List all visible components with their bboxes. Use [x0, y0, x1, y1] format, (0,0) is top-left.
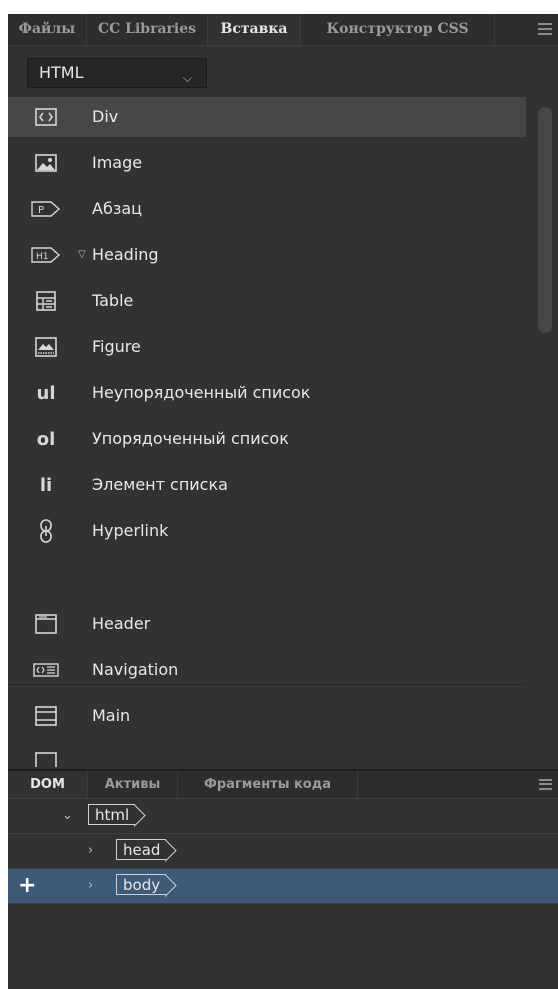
- tab-insert[interactable]: Вставка: [208, 14, 301, 45]
- heading-icon: H1: [28, 235, 64, 275]
- insert-item-list: Div Image P Абзац H1 ▽ Heading Table Fig…: [8, 97, 535, 767]
- ol-icon: ol: [36, 428, 56, 450]
- insert-item-label: Hyperlink: [92, 521, 169, 540]
- insert-item-image[interactable]: Image: [8, 143, 526, 183]
- collapse-chevron-icon[interactable]: ⌄: [62, 808, 73, 823]
- insert-panel: Файлы CC Libraries Вставка Конструктор C…: [8, 14, 558, 989]
- insert-item-label: Упорядоченный список: [92, 429, 289, 448]
- insert-item-label: Figure: [92, 337, 141, 356]
- category-dropdown-value: HTML: [39, 63, 84, 82]
- ul-icon: ul: [36, 382, 56, 404]
- expand-chevron-icon[interactable]: ›: [88, 843, 93, 858]
- dom-panel-tabbar: DOM Активы Фрагменты кода: [8, 771, 558, 799]
- tab-files[interactable]: Файлы: [8, 14, 87, 45]
- tab-cc-libraries[interactable]: CC Libraries: [87, 14, 208, 45]
- dom-tree-row-head[interactable]: › head: [8, 834, 558, 869]
- paragraph-icon: P: [28, 189, 64, 229]
- header-icon: [28, 604, 64, 644]
- insert-item-label: Абзац: [92, 199, 143, 218]
- dom-tag-head[interactable]: head: [116, 839, 178, 862]
- insert-list-scroll-thumb[interactable]: [538, 107, 552, 333]
- insert-item-label: Main: [92, 706, 131, 725]
- panel-menu-icon[interactable]: [538, 23, 552, 35]
- insert-item-main[interactable]: Main: [8, 696, 526, 736]
- div-icon: [28, 97, 64, 137]
- table-icon: [28, 281, 64, 321]
- category-dropdown[interactable]: HTML ⌵: [27, 58, 207, 88]
- navigation-icon: [28, 650, 64, 690]
- insert-item-label: Image: [92, 153, 143, 172]
- tab-css-designer[interactable]: Конструктор CSS: [301, 14, 495, 45]
- main-icon: [28, 696, 64, 736]
- image-icon: [28, 143, 64, 183]
- insert-item-list-item[interactable]: li Элемент списка: [8, 465, 526, 505]
- insert-item-header[interactable]: Header: [8, 604, 526, 644]
- insert-item-ordered-list[interactable]: ol Упорядоченный список: [8, 419, 526, 459]
- chevron-down-icon: ⌵: [182, 71, 192, 85]
- insert-item-partial[interactable]: [8, 742, 526, 767]
- heading-dropdown-caret-icon[interactable]: ▽: [78, 249, 86, 260]
- tab-assets[interactable]: Активы: [88, 771, 178, 798]
- insert-item-label: Navigation: [92, 660, 179, 679]
- insert-item-label: Header: [92, 614, 151, 633]
- li-icon: li: [39, 474, 53, 496]
- insert-item-div[interactable]: Div: [8, 97, 526, 137]
- insert-item-figure[interactable]: Figure: [8, 327, 526, 367]
- hyperlink-icon: [28, 511, 64, 551]
- section-icon: [28, 742, 64, 767]
- insert-item-paragraph[interactable]: P Абзац: [8, 189, 526, 229]
- figure-icon: [28, 327, 64, 367]
- insert-item-table[interactable]: Table: [8, 281, 526, 321]
- insert-item-hyperlink[interactable]: Hyperlink: [8, 511, 526, 551]
- insert-item-heading[interactable]: H1 ▽ Heading: [8, 235, 526, 275]
- tab-snippets[interactable]: Фрагменты кода: [178, 771, 358, 798]
- expand-chevron-icon[interactable]: ›: [88, 878, 93, 893]
- dom-tag-label: html: [95, 806, 130, 824]
- insert-item-label: Table: [92, 291, 134, 310]
- svg-text:H1: H1: [36, 252, 49, 262]
- add-element-button[interactable]: +: [18, 873, 36, 898]
- insert-item-label: Heading: [92, 245, 159, 264]
- dom-panel-menu-icon[interactable]: [539, 779, 552, 790]
- insert-item-unordered-list[interactable]: ul Неупорядоченный список: [8, 373, 526, 413]
- insert-item-navigation[interactable]: Navigation: [8, 650, 526, 690]
- dom-tree-row-html[interactable]: ⌄ html: [8, 799, 558, 834]
- dom-tag-body[interactable]: body: [116, 874, 177, 897]
- dom-tag-label: body: [123, 876, 161, 894]
- dom-tag-label: head: [123, 841, 161, 859]
- dom-tag-html[interactable]: html: [88, 804, 146, 827]
- insert-item-label: Неупорядоченный список: [92, 383, 311, 402]
- dom-tree-row-body[interactable]: + › body: [8, 869, 558, 904]
- tab-dom[interactable]: DOM: [8, 771, 88, 798]
- insert-panel-tabbar: Файлы CC Libraries Вставка Конструктор C…: [8, 14, 558, 46]
- insert-item-label: Div: [92, 107, 119, 126]
- insert-item-label: Элемент списка: [92, 475, 228, 494]
- svg-text:P: P: [38, 205, 44, 216]
